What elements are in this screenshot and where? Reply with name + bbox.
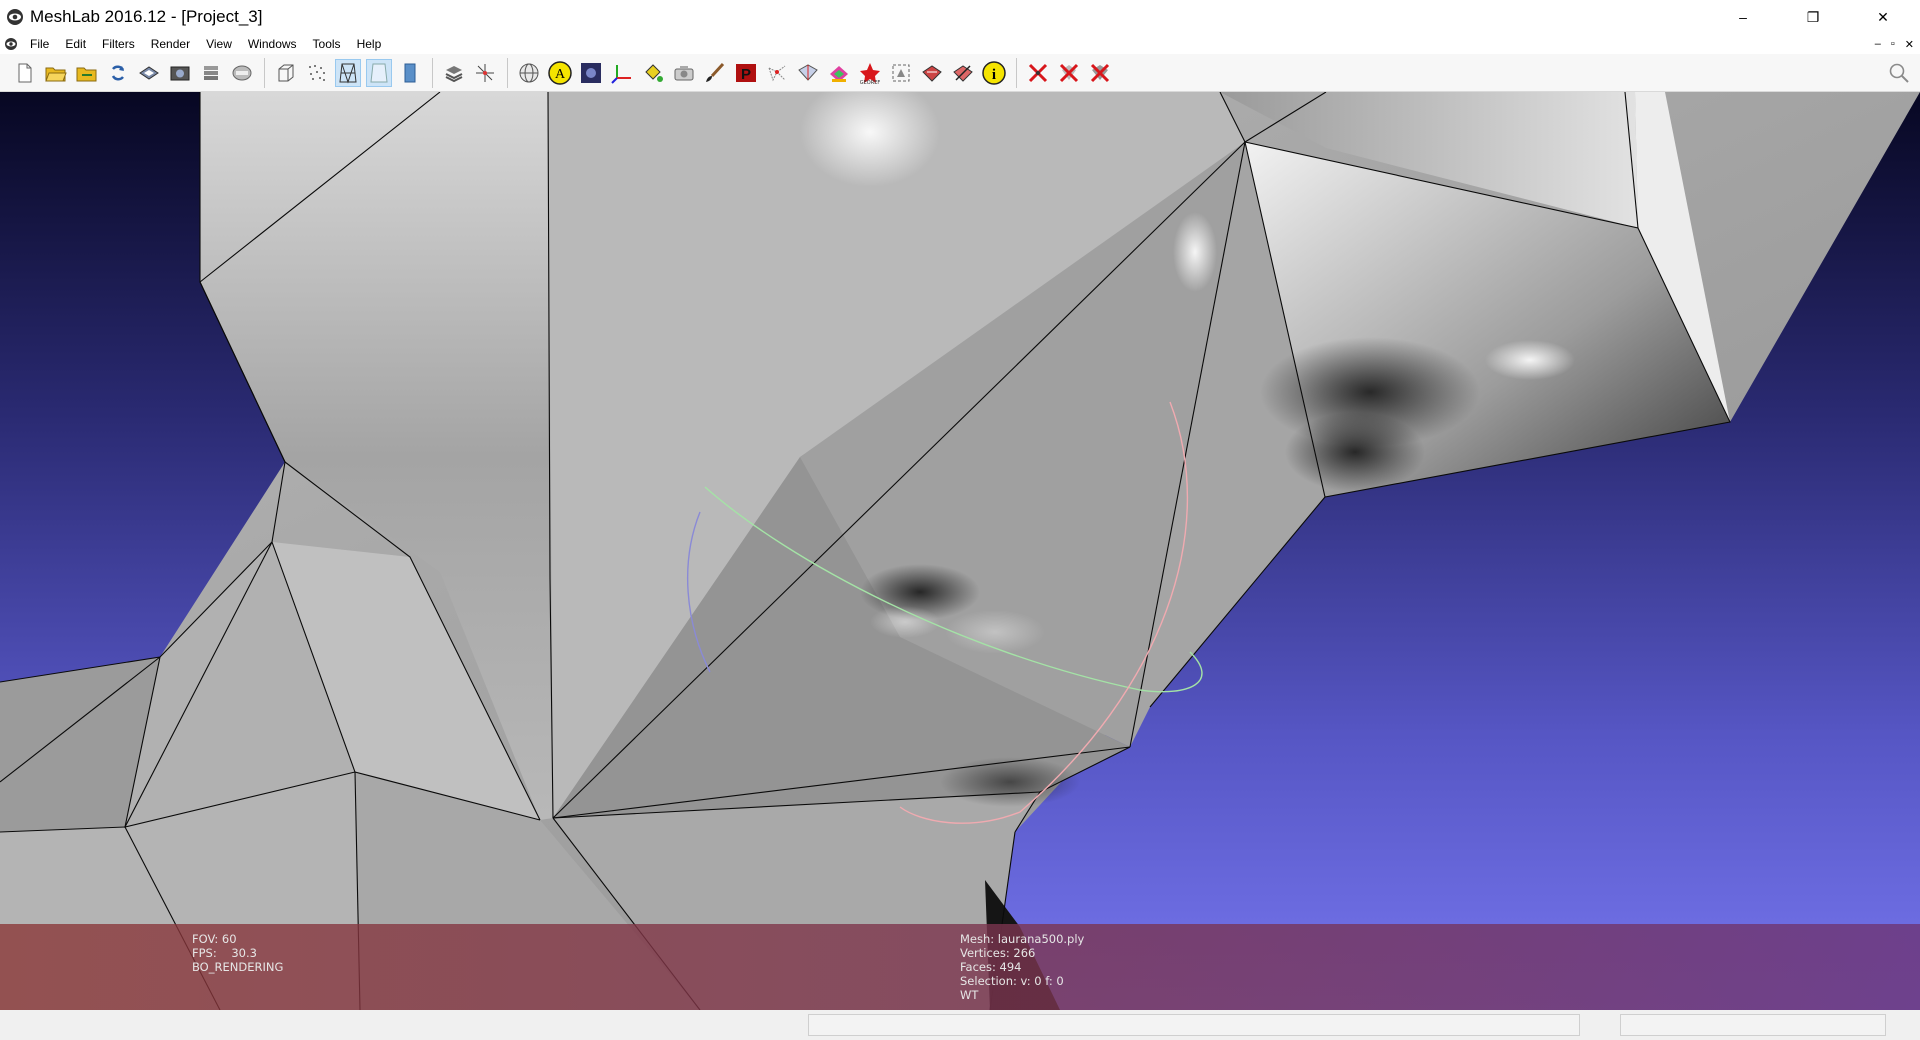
align-icon[interactable] — [919, 59, 945, 87]
open-project-icon[interactable] — [43, 59, 69, 87]
raster-icon[interactable] — [229, 59, 255, 87]
measure-icon[interactable] — [950, 59, 976, 87]
svg-text:i: i — [992, 67, 996, 83]
wt-label: WT — [960, 988, 979, 1002]
toolbar-separator — [264, 57, 265, 88]
render-info: FOV: 60 FPS: 30.3 BO_RENDERING — [192, 932, 283, 974]
menu-windows[interactable]: Windows — [240, 34, 305, 54]
render-mode-label: BO_RENDERING — [192, 960, 284, 974]
wireframe-icon[interactable] — [335, 58, 361, 87]
progress-field — [1620, 1014, 1886, 1036]
faces-label: Faces: 494 — [960, 960, 1022, 974]
info-icon[interactable]: i — [981, 59, 1007, 87]
window-title: MeshLab 2016.12 - [Project_3] — [30, 7, 263, 26]
delete-faces-icon[interactable] — [1056, 59, 1082, 87]
camera-icon[interactable] — [671, 59, 697, 87]
select-faces-icon[interactable] — [795, 59, 821, 87]
paint-bucket-icon[interactable] — [640, 59, 666, 87]
menu-render[interactable]: Render — [143, 34, 198, 54]
selection-label: Selection: v: 0 f: 0 — [960, 974, 1064, 988]
fps-label: FPS: 30.3 — [192, 946, 257, 960]
points-icon[interactable] — [304, 59, 330, 87]
layers-icon[interactable] — [198, 59, 224, 87]
annotation-a-icon[interactable]: A — [547, 59, 573, 87]
document-icon[interactable] — [4, 37, 18, 51]
title-bar: MeshLab 2016.12 - [Project_3] – ❐ ✕ — [0, 0, 1920, 34]
snapshot-icon[interactable] — [167, 59, 193, 87]
new-project-icon[interactable] — [12, 59, 38, 87]
shader-icon[interactable] — [578, 59, 604, 87]
delete-vertices-icon[interactable] — [1025, 59, 1051, 87]
select-vertices-icon[interactable] — [764, 59, 790, 87]
mdi-controls: – ▫ ✕ — [1875, 34, 1914, 54]
color-paint-icon[interactable] — [826, 59, 852, 87]
georef-icon[interactable]: GEOREF — [857, 59, 883, 87]
menu-file[interactable]: File — [22, 34, 57, 54]
reload-icon[interactable] — [105, 59, 131, 87]
meshlab-logo-icon — [7, 9, 23, 25]
3d-viewport[interactable]: FOV: 60 FPS: 30.3 BO_RENDERING Mesh: lau… — [0, 92, 1920, 1010]
menu-filters[interactable]: Filters — [94, 34, 143, 54]
import-mesh-icon[interactable] — [74, 59, 100, 87]
smooth-shading-icon[interactable] — [397, 59, 423, 87]
svg-text:P: P — [741, 66, 751, 83]
menu-tools[interactable]: Tools — [305, 34, 349, 54]
select-connected-icon[interactable] — [888, 59, 914, 87]
trackball-icon[interactable] — [472, 59, 498, 87]
export-mesh-icon[interactable] — [136, 59, 162, 87]
svg-text:A: A — [555, 67, 566, 82]
close-button[interactable]: ✕ — [1854, 0, 1912, 34]
minimize-button[interactable]: – — [1714, 0, 1772, 34]
toolbar-separator — [507, 57, 508, 88]
status-bar — [0, 1010, 1920, 1040]
delete-all-icon[interactable] — [1087, 59, 1113, 87]
search-icon[interactable] — [1888, 62, 1910, 84]
menu-view[interactable]: View — [198, 34, 240, 54]
pick-points-icon[interactable]: P — [733, 59, 759, 87]
mdi-minimize-button[interactable]: – — [1875, 38, 1881, 50]
toolbar-separator — [432, 57, 433, 88]
fov-label: FOV: 60 — [192, 932, 237, 946]
main-toolbar: A P GEOREF i — [0, 54, 1920, 92]
svg-text:GEOREF: GEOREF — [860, 80, 881, 85]
status-message-field — [808, 1014, 1580, 1036]
menu-bar: File Edit Filters Render View Windows To… — [0, 34, 1920, 54]
axes-icon[interactable] — [609, 59, 635, 87]
bounding-box-icon[interactable] — [273, 59, 299, 87]
mesh-render[interactable] — [0, 92, 1920, 1010]
brush-icon[interactable] — [702, 59, 728, 87]
menu-help[interactable]: Help — [349, 34, 390, 54]
mesh-name-label: Mesh: laurana500.ply — [960, 932, 1085, 946]
layer-dialog-icon[interactable] — [441, 59, 467, 87]
globe-icon[interactable] — [516, 59, 542, 87]
menu-edit[interactable]: Edit — [57, 34, 94, 54]
flat-shading-icon[interactable] — [366, 58, 392, 87]
mesh-info: Mesh: laurana500.ply Vertices: 266 Faces… — [960, 932, 1084, 1002]
mdi-restore-button[interactable]: ▫ — [1891, 38, 1895, 50]
vertices-label: Vertices: 266 — [960, 946, 1036, 960]
mdi-close-button[interactable]: ✕ — [1905, 38, 1914, 51]
info-overlay: FOV: 60 FPS: 30.3 BO_RENDERING Mesh: lau… — [0, 924, 1920, 1010]
toolbar-separator — [1016, 57, 1017, 88]
restore-button[interactable]: ❐ — [1784, 0, 1842, 34]
